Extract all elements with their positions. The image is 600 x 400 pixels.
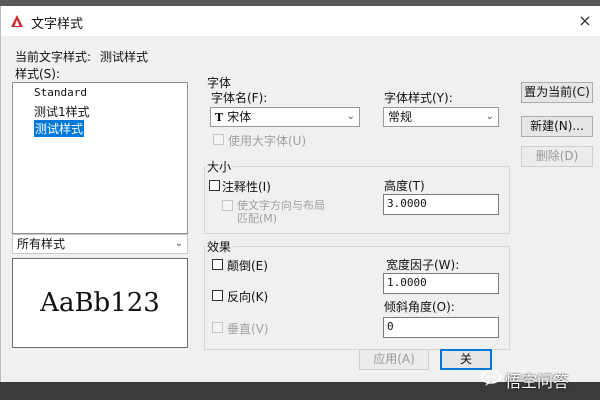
apply-button[interactable]: 应用(A) <box>359 349 429 370</box>
upside-down-label: 颠倒(E) <box>227 259 268 273</box>
watermark-logo-icon <box>480 369 502 387</box>
height-label: 高度(T) <box>384 179 425 193</box>
close-icon[interactable]: × <box>575 11 595 31</box>
bigfont-checkbox[interactable] <box>213 134 224 145</box>
chevron-down-icon: ⌄ <box>174 238 183 249</box>
dialog-title: 文字样式 <box>31 17 84 32</box>
size-group-title: 大小 <box>205 158 234 175</box>
annotative-checkbox[interactable] <box>209 180 220 191</box>
match-orientation-label-line2: 匹配(M) <box>237 212 278 225</box>
styles-list[interactable]: Standard 测试1样式 测试样式 <box>12 82 188 234</box>
bigfont-label: 使用大字体(U) <box>228 134 307 148</box>
vertical-label: 垂直(V) <box>227 322 269 336</box>
font-name-select[interactable]: T 宋体 ⌄ <box>210 107 360 127</box>
font-style-value: 常规 <box>388 110 413 124</box>
truetype-icon: T <box>215 111 224 124</box>
current-style-label: 当前文字样式: <box>15 50 92 64</box>
font-name-label: 字体名(F): <box>211 91 268 105</box>
preview-text: AaBb123 <box>40 288 160 318</box>
backwards-label: 反向(K) <box>227 290 269 304</box>
watermark-text: 悟空问答 <box>505 372 570 391</box>
font-name-value: 宋体 <box>227 110 252 124</box>
list-item[interactable]: 测试1样式 <box>34 103 90 120</box>
width-factor-label: 宽度因子(W): <box>386 258 460 272</box>
list-item[interactable]: Standard <box>34 86 87 99</box>
upside-down-checkbox[interactable] <box>212 259 223 270</box>
oblique-angle-input[interactable]: 0 <box>383 317 499 338</box>
title-bar: 文字样式 × <box>1 6 600 36</box>
vertical-checkbox[interactable] <box>212 322 223 333</box>
match-orientation-checkbox[interactable] <box>222 200 233 211</box>
set-current-button[interactable]: 置为当前(C) <box>521 82 593 103</box>
close-button[interactable]: 关 <box>440 349 492 370</box>
delete-style-button[interactable]: 删除(D) <box>521 146 593 167</box>
autocad-icon <box>11 15 23 27</box>
new-style-button[interactable]: 新建(N)... <box>521 116 593 137</box>
annotative-label: 注释性(I) <box>222 180 271 194</box>
style-filter-value: 所有样式 <box>17 237 66 251</box>
style-filter-select[interactable]: 所有样式 ⌄ <box>12 234 188 254</box>
effects-group-title: 效果 <box>205 238 234 255</box>
styles-label: 样式(S): <box>15 67 61 81</box>
current-style-value: 测试样式 <box>100 50 149 64</box>
width-factor-input[interactable]: 1.0000 <box>383 273 499 294</box>
chevron-down-icon: ⌄ <box>485 111 494 122</box>
height-input[interactable]: 3.0000 <box>383 194 499 215</box>
font-style-select[interactable]: 常规 ⌄ <box>383 107 499 127</box>
backwards-checkbox[interactable] <box>212 290 223 301</box>
chevron-down-icon: ⌄ <box>346 111 355 122</box>
list-item-selected[interactable]: 测试样式 <box>34 120 85 137</box>
font-style-label: 字体样式(Y): <box>384 91 453 105</box>
text-style-dialog: 文字样式 × 当前文字样式: 测试样式 样式(S): Standard 测试1样… <box>0 6 600 382</box>
oblique-angle-label: 倾斜角度(O): <box>384 300 455 314</box>
preview-box: AaBb123 <box>12 258 188 348</box>
